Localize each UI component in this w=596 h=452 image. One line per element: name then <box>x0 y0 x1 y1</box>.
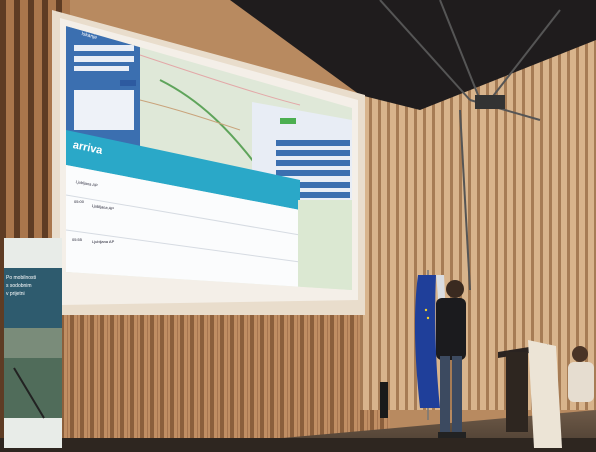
loudspeaker <box>380 382 388 418</box>
stage-foreground <box>380 270 594 448</box>
audience-person <box>568 346 594 402</box>
lectern <box>498 340 562 448</box>
conference-photo: arriva Iskanje Ljubljana AP 05:00 Ljublj… <box>0 0 596 452</box>
speaker-person <box>436 280 466 438</box>
